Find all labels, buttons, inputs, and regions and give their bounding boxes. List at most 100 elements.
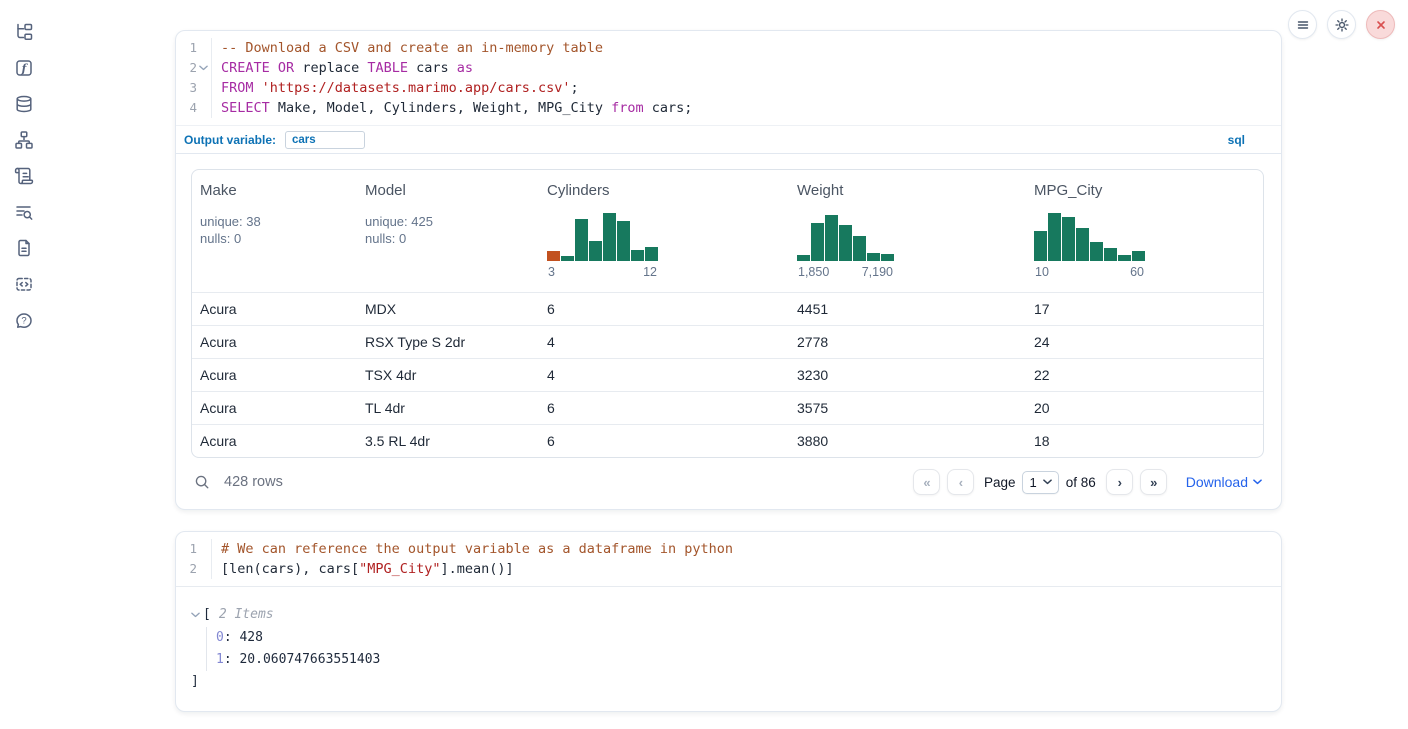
fold-column: [197, 38, 209, 58]
topbar-controls: [1288, 10, 1395, 39]
column-stats: unique: 38nulls: 0: [200, 213, 349, 247]
histogram-labels: 312: [547, 265, 658, 279]
table-cell: 2778: [789, 334, 1026, 350]
variables-icon[interactable]: f: [14, 58, 34, 78]
table-row[interactable]: AcuraRSX Type S 2dr4277824: [192, 325, 1263, 358]
code-token: Make, Model, Cylinders, Weight, MPG_City: [270, 100, 611, 116]
table-cell: Acura: [192, 301, 357, 317]
table-cell: 3.5 RL 4dr: [357, 433, 539, 449]
column-header-mpg_city[interactable]: MPG_City 1060: [1026, 170, 1263, 292]
fold-chevron-icon[interactable]: [199, 65, 208, 71]
code-token: TABLE: [367, 60, 408, 76]
fold-column: [197, 559, 209, 579]
column-name: Weight: [797, 182, 1018, 200]
python-code-editor[interactable]: 1# We can reference the output variable …: [176, 532, 1281, 586]
file-explorer-icon[interactable]: [14, 22, 34, 42]
left-sidebar: f: [0, 0, 48, 330]
code-token: replace: [294, 60, 367, 76]
histogram-bar: [1118, 255, 1131, 261]
fold-chevron-icon[interactable]: [191, 612, 200, 618]
histogram-bar: [867, 253, 880, 261]
code-token: "MPG_City": [359, 561, 440, 577]
tree-entries: 0: 4281: 20.060747663551403: [206, 627, 1281, 671]
code-token: CREATE: [221, 60, 270, 76]
column-histogram: 1060: [1034, 213, 1145, 279]
column-name: MPG_City: [1034, 182, 1255, 200]
code-token: OR: [278, 60, 294, 76]
dependency-graph-icon[interactable]: [14, 130, 34, 150]
shutdown-button[interactable]: [1366, 10, 1395, 39]
tree-entry-value: : 428: [224, 630, 263, 645]
fold-column: [197, 539, 209, 559]
stat-line: unique: 425: [365, 213, 531, 230]
table-row[interactable]: AcuraTSX 4dr4323022: [192, 358, 1263, 391]
code-token: ;: [571, 80, 579, 96]
table-cell: 6: [539, 301, 789, 317]
column-header-weight[interactable]: Weight 1,8507,190: [789, 170, 1026, 292]
datasources-icon[interactable]: [14, 94, 34, 114]
histogram-bar: [1034, 231, 1047, 261]
scratchpad-icon[interactable]: [14, 166, 34, 186]
hamburger-menu-icon: [1294, 16, 1312, 34]
table-row[interactable]: AcuraTL 4dr6357520: [192, 391, 1263, 424]
download-button[interactable]: Download: [1186, 474, 1262, 490]
table-cell: 3880: [789, 433, 1026, 449]
histogram-bars: [1034, 213, 1145, 261]
histogram-bars: [797, 213, 894, 261]
sql-code-editor[interactable]: 1-- Download a CSV and create an in-memo…: [176, 31, 1281, 125]
page-select[interactable]: 1: [1022, 471, 1058, 494]
prev-page-button[interactable]: ‹: [947, 469, 974, 495]
table-row[interactable]: Acura3.5 RL 4dr6388018: [192, 424, 1263, 457]
code-token: as: [457, 60, 473, 76]
settings-button[interactable]: [1327, 10, 1356, 39]
page-select-value: 1: [1029, 475, 1036, 490]
snippets-icon[interactable]: [14, 274, 34, 294]
line-number: 2: [176, 58, 197, 78]
table-cell: 6: [539, 400, 789, 416]
code-token: ].mean()]: [440, 561, 513, 577]
tree-items-count: 2 Items: [219, 604, 274, 626]
stat-line: nulls: 0: [365, 230, 531, 247]
first-page-button[interactable]: «: [913, 469, 940, 495]
next-page-button[interactable]: ›: [1106, 469, 1133, 495]
code-line: 4SELECT Make, Model, Cylinders, Weight, …: [176, 98, 1281, 118]
code-token: # We can reference the output variable a…: [221, 541, 733, 557]
documentation-icon[interactable]: [14, 238, 34, 258]
line-number: 4: [176, 98, 197, 118]
column-header-make[interactable]: Makeunique: 38nulls: 0: [192, 170, 357, 292]
stat-line: nulls: 0: [200, 230, 349, 247]
menu-button[interactable]: [1288, 10, 1317, 39]
help-icon[interactable]: ?: [14, 310, 34, 330]
last-page-button[interactable]: »: [1140, 469, 1167, 495]
table-cell: 20: [1026, 400, 1263, 416]
chevron-down-icon: [1253, 479, 1262, 485]
table-cell: 6: [539, 433, 789, 449]
table-cell: 18: [1026, 433, 1263, 449]
column-histogram: 1,8507,190: [797, 213, 894, 279]
column-stats: unique: 425nulls: 0: [365, 213, 531, 247]
tree-collapse-toggle[interactable]: [2 Items: [191, 604, 1281, 626]
table-cell: 22: [1026, 367, 1263, 383]
table-cell: RSX Type S 2dr: [357, 334, 539, 350]
table-row[interactable]: AcuraMDX6445117: [192, 292, 1263, 325]
histogram-bar: [617, 221, 630, 261]
language-badge: sql: [1228, 133, 1245, 147]
code-token: cars: [408, 60, 457, 76]
table-cell: 24: [1026, 334, 1263, 350]
column-header-model[interactable]: Modelunique: 425nulls: 0: [357, 170, 539, 292]
output-variable-input[interactable]: cars: [285, 131, 365, 149]
histogram-bar: [561, 256, 574, 261]
histogram-bar: [811, 223, 824, 261]
histogram-bars: [547, 213, 658, 261]
page-label: Page: [984, 475, 1016, 490]
histogram-max-label: 7,190: [862, 265, 893, 279]
marimo-notebook: f: [0, 0, 1408, 729]
row-count-label: 428 rows: [224, 474, 283, 490]
table-cell: 4: [539, 334, 789, 350]
search-icon[interactable]: [193, 473, 211, 491]
histogram-bar: [603, 213, 616, 261]
line-number: 1: [176, 38, 197, 58]
code-line: 3FROM 'https://datasets.marimo.app/cars.…: [176, 78, 1281, 98]
column-header-cylinders[interactable]: Cylinders312: [539, 170, 789, 292]
logs-icon[interactable]: [14, 202, 34, 222]
